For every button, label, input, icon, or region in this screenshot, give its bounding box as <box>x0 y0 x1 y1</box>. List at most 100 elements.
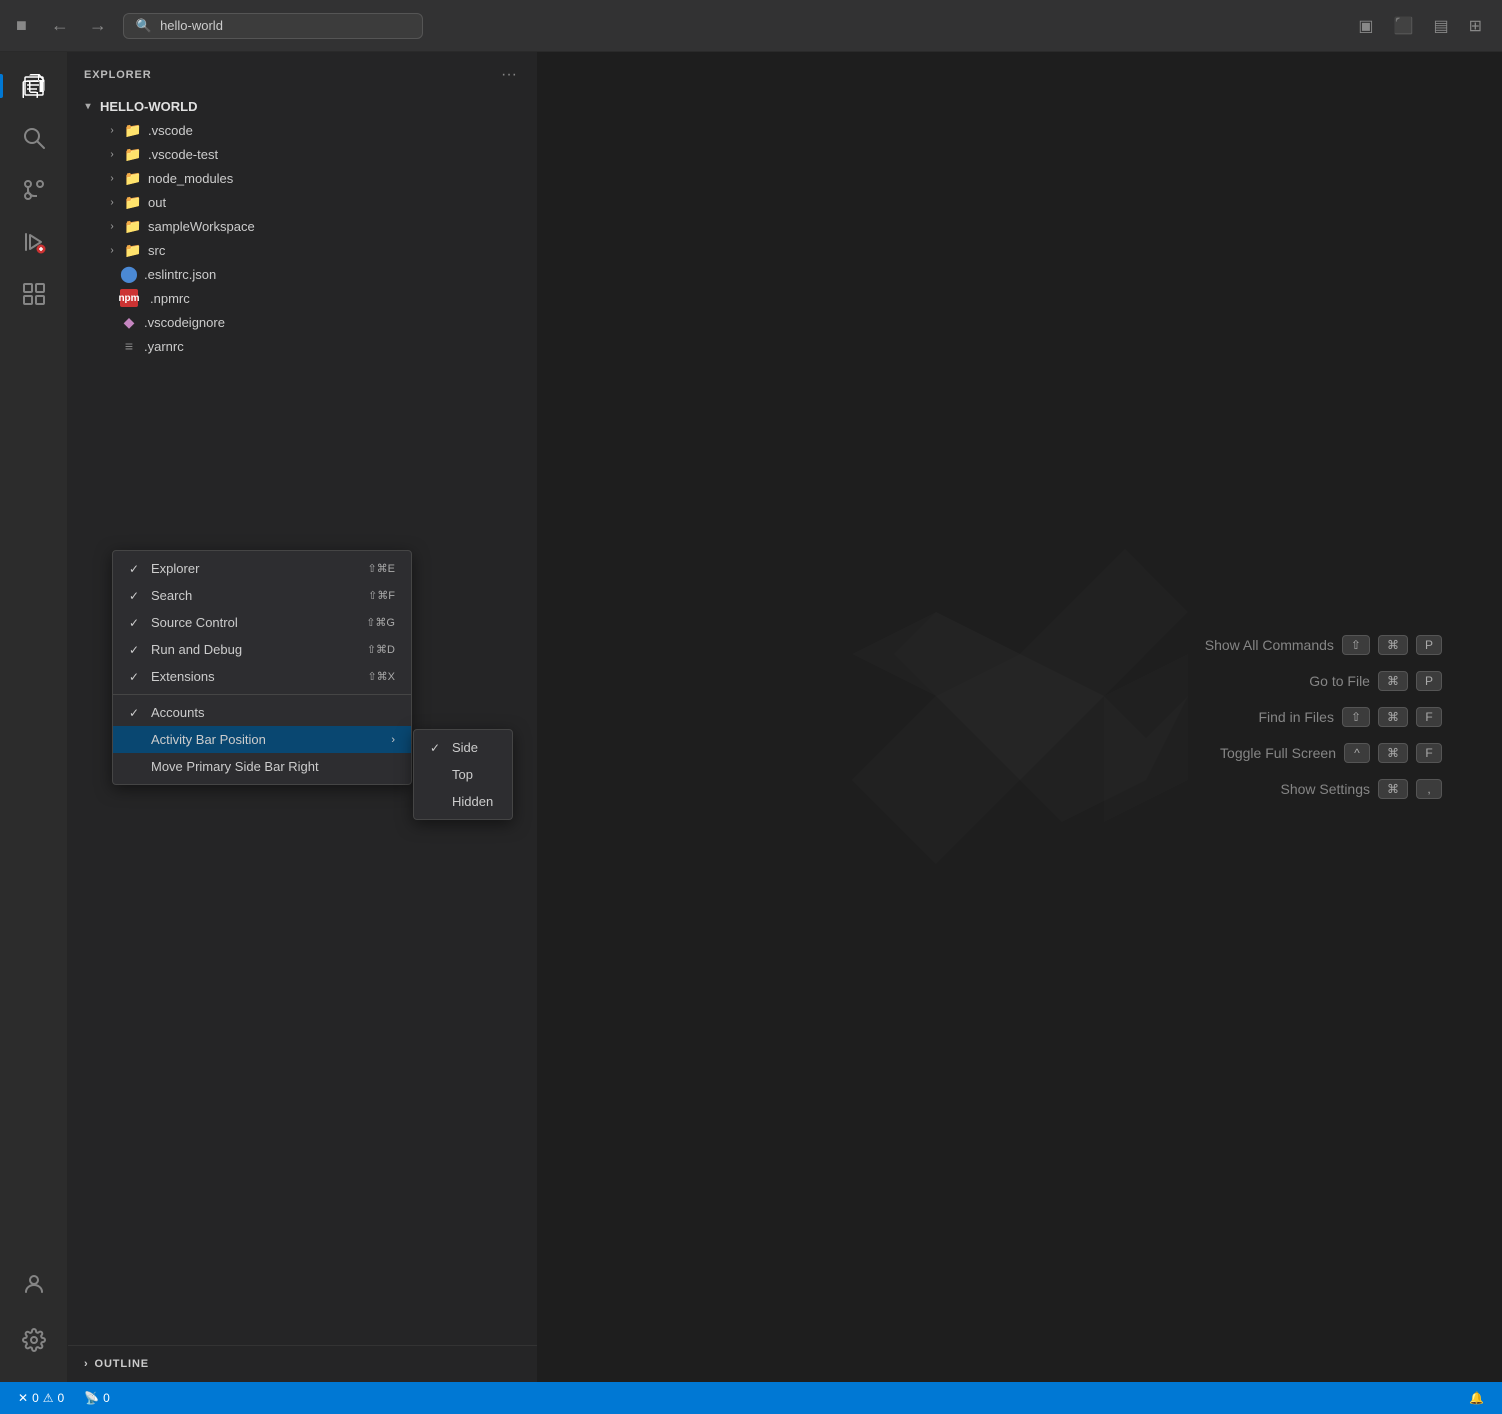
nav-buttons: ← → <box>43 11 115 40</box>
item-label: .npmrc <box>150 291 190 306</box>
activity-item-settings[interactable] <box>10 1316 58 1364</box>
check-icon: ✓ <box>129 670 145 684</box>
tree-item-vscodeignore[interactable]: ◆ .vscodeignore <box>68 310 537 334</box>
accounts-icon <box>22 1272 46 1296</box>
folder-icon: 📁 <box>124 241 142 259</box>
npm-icon: npm <box>120 289 138 307</box>
menu-item-accounts[interactable]: ✓ Accounts <box>113 699 411 726</box>
warning-count: 0 <box>58 1391 65 1405</box>
sidebar-actions: ··· <box>497 64 521 86</box>
item-label: .vscode <box>148 123 193 138</box>
menu-label: Search <box>151 588 344 603</box>
warning-icon: ⚠ <box>43 1391 54 1405</box>
yarn-icon: ≡ <box>120 337 138 355</box>
context-menu: ✓ Explorer ⇧⌘E ✓ Search ⇧⌘F ✓ Source Con… <box>112 550 412 785</box>
item-label: .vscode-test <box>148 147 218 162</box>
command-label: Go to File <box>1309 673 1370 689</box>
sidebar-more-button[interactable]: ··· <box>497 64 521 86</box>
key-p: P <box>1416 671 1442 691</box>
chevron: › <box>104 170 120 186</box>
workspace-name: HELLO-WORLD <box>100 99 197 114</box>
toggle-secondary-sidebar[interactable]: ▤ <box>1429 12 1452 40</box>
menu-item-activity-bar-position[interactable]: Activity Bar Position › <box>113 726 411 753</box>
menu-item-source-control[interactable]: ✓ Source Control ⇧⌘G <box>113 609 411 636</box>
activity-item-search[interactable] <box>10 114 58 162</box>
activity-item-accounts[interactable] <box>10 1260 58 1308</box>
menu-label: Explorer <box>151 561 343 576</box>
command-toggle-fullscreen: Toggle Full Screen ^ ⌘ F <box>1220 743 1442 763</box>
key-cmd: ⌘ <box>1378 635 1408 655</box>
command-label: Show All Commands <box>1205 637 1334 653</box>
statusbar-notifications[interactable]: 🔔 <box>1463 1391 1490 1405</box>
toggle-panel[interactable]: ⬛ <box>1390 12 1418 40</box>
search-bar[interactable]: 🔍 <box>123 13 423 39</box>
tree-item-vscode-test[interactable]: › 📁 .vscode-test <box>68 142 537 166</box>
submenu-item-hidden[interactable]: Hidden <box>414 788 512 815</box>
tree-item-npmrc[interactable]: npm .npmrc <box>68 286 537 310</box>
tree-item-eslintrc[interactable]: ⬤ .eslintrc.json <box>68 262 537 286</box>
tree-item-vscode[interactable]: › 📁 .vscode <box>68 118 537 142</box>
submenu-item-side[interactable]: ✓ Side <box>414 734 512 761</box>
command-label: Find in Files <box>1258 709 1333 725</box>
check-icon: ✓ <box>129 706 145 720</box>
titlebar: ■ ← → 🔍 ▣ ⬛ ▤ ⊞ <box>0 0 1502 52</box>
root-chevron: ▾ <box>80 98 96 114</box>
menu-item-explorer[interactable]: ✓ Explorer ⇧⌘E <box>113 555 411 582</box>
outline-header[interactable]: › OUTLINE <box>84 1354 521 1374</box>
search-icon: 🔍 <box>136 18 152 34</box>
tree-item-yarnrc[interactable]: ≡ .yarnrc <box>68 334 537 358</box>
key-comma: , <box>1416 779 1442 799</box>
tree-item-node-modules[interactable]: › 📁 node_modules <box>68 166 537 190</box>
menu-item-extensions[interactable]: ✓ Extensions ⇧⌘X <box>113 663 411 690</box>
item-label: .vscodeignore <box>144 315 225 330</box>
tree-item-src[interactable]: › 📁 src <box>68 238 537 262</box>
menu-item-run-debug[interactable]: ✓ Run and Debug ⇧⌘D <box>113 636 411 663</box>
search-input[interactable] <box>160 18 410 33</box>
activity-item-run-debug[interactable] <box>10 218 58 266</box>
key-cmd: ⌘ <box>1378 671 1408 691</box>
menu-label: Extensions <box>151 669 343 684</box>
key-shift: ⇧ <box>1342 707 1370 727</box>
tree-item-sample-workspace[interactable]: › 📁 sampleWorkspace <box>68 214 537 238</box>
toggle-primary-sidebar[interactable]: ▣ <box>1354 12 1377 40</box>
command-find-files: Find in Files ⇧ ⌘ F <box>1258 707 1442 727</box>
run-debug-icon <box>22 230 46 254</box>
chevron: › <box>104 218 120 234</box>
titlebar-left: ■ ← → 🔍 <box>16 11 423 40</box>
menu-label: Activity Bar Position <box>151 732 383 747</box>
menu-item-search[interactable]: ✓ Search ⇧⌘F <box>113 582 411 609</box>
notification-icon: 🔔 <box>1469 1391 1484 1405</box>
customize-layout[interactable]: ⊞ <box>1465 12 1486 40</box>
outline-chevron: › <box>84 1358 89 1370</box>
activity-item-source-control[interactable] <box>10 166 58 214</box>
command-label: Show Settings <box>1281 781 1371 797</box>
workspace-root[interactable]: ▾ HELLO-WORLD <box>68 94 537 118</box>
item-label: node_modules <box>148 171 233 186</box>
statusbar: ✕ 0 ⚠ 0 📡 0 🔔 <box>0 1382 1502 1414</box>
settings-icon <box>22 1328 46 1352</box>
chevron: › <box>104 146 120 162</box>
activity-item-extensions[interactable] <box>10 270 58 318</box>
forward-button[interactable]: → <box>81 11 115 40</box>
outline-label: OUTLINE <box>95 1358 149 1370</box>
submenu-item-top[interactable]: Top <box>414 761 512 788</box>
statusbar-left: ✕ 0 ⚠ 0 📡 0 <box>12 1391 116 1405</box>
menu-label: Source Control <box>151 615 342 630</box>
menu-item-move-sidebar[interactable]: Move Primary Side Bar Right <box>113 753 411 780</box>
sync-icon: 📡 <box>84 1391 99 1405</box>
activity-bar <box>0 52 68 1382</box>
tree-item-out[interactable]: › 📁 out <box>68 190 537 214</box>
statusbar-errors[interactable]: ✕ 0 ⚠ 0 <box>12 1391 70 1405</box>
item-label: sampleWorkspace <box>148 219 255 234</box>
key-ctrl: ^ <box>1344 743 1370 763</box>
back-button[interactable]: ← <box>43 11 77 40</box>
editor-area: Show All Commands ⇧ ⌘ P Go to File ⌘ P F… <box>538 52 1502 1382</box>
shortcut: ⇧⌘E <box>367 562 395 575</box>
key-cmd: ⌘ <box>1378 779 1408 799</box>
key-cmd: ⌘ <box>1378 707 1408 727</box>
item-label: src <box>148 243 165 258</box>
main-layout: EXPLORER ··· ▾ HELLO-WORLD › 📁 .vscode ›… <box>0 52 1502 1382</box>
shortcut: ⇧⌘G <box>366 616 395 629</box>
statusbar-sync[interactable]: 📡 0 <box>78 1391 116 1405</box>
activity-item-explorer[interactable] <box>10 62 58 110</box>
